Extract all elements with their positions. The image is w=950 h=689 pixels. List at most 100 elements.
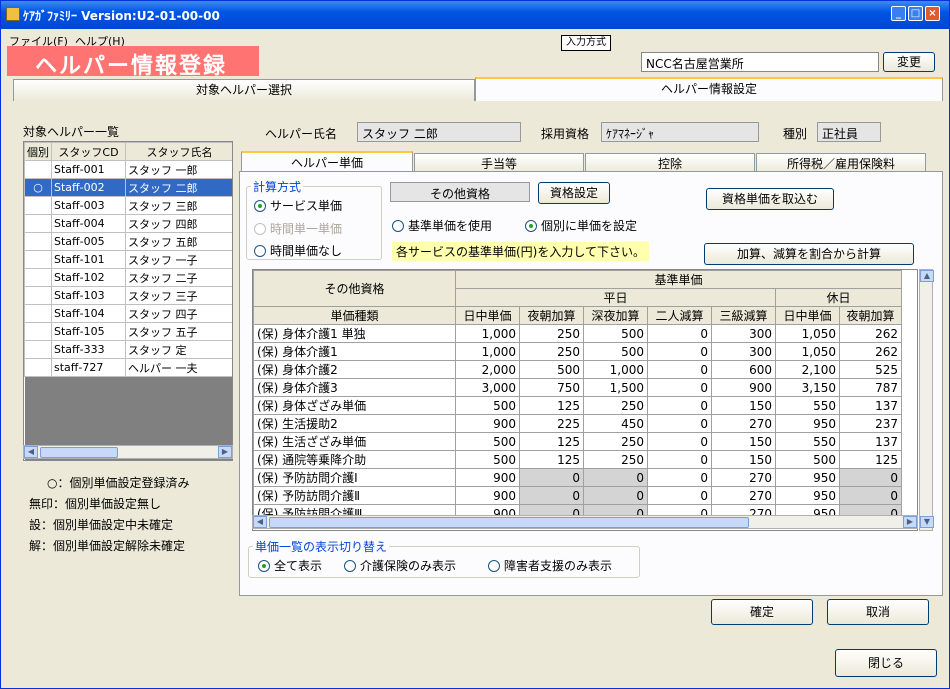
- price-cell[interactable]: 0: [647, 450, 712, 469]
- tab-unit-price[interactable]: ヘルパー単価: [241, 151, 413, 173]
- import-qualification-price-button[interactable]: 資格単価を取込む: [706, 188, 834, 210]
- price-cell[interactable]: 0: [647, 468, 712, 487]
- calc-from-ratio-button[interactable]: 加算、減算を割合から計算: [704, 243, 914, 265]
- price-cell[interactable]: 0: [647, 396, 712, 415]
- helper-row[interactable]: Staff-333 スタッフ 定: [24, 340, 232, 359]
- price-cell[interactable]: 250: [583, 450, 648, 469]
- helper-row[interactable]: Staff-103 スタッフ 三子: [24, 286, 232, 305]
- price-cell[interactable]: 900: [455, 486, 520, 505]
- price-cell[interactable]: 3,000: [455, 378, 520, 397]
- tab-allowance[interactable]: 手当等: [414, 153, 584, 173]
- grid-vscroll[interactable]: ▲ ▼: [919, 269, 934, 531]
- price-cell[interactable]: 150: [711, 450, 776, 469]
- scroll-down-icon[interactable]: ▼: [920, 516, 934, 528]
- scroll-left-icon[interactable]: ◀: [24, 446, 38, 458]
- price-cell[interactable]: 0: [647, 360, 712, 379]
- price-cell[interactable]: 787: [839, 378, 902, 397]
- price-cell[interactable]: 500: [455, 450, 520, 469]
- price-cell[interactable]: 1,050: [775, 324, 840, 343]
- price-cell[interactable]: 0: [519, 468, 584, 487]
- price-cell[interactable]: 1,050: [775, 342, 840, 361]
- price-cell[interactable]: 250: [519, 324, 584, 343]
- radio-individual-price[interactable]: 個別に単価を設定: [525, 217, 637, 234]
- helper-row[interactable]: Staff-004 スタッフ 四郎: [24, 214, 232, 233]
- price-cell[interactable]: 0: [647, 414, 712, 433]
- price-cell[interactable]: 250: [583, 396, 648, 415]
- helper-row[interactable]: Staff-003 スタッフ 三郎: [24, 196, 232, 215]
- tab-income-tax[interactable]: 所得税／雇用保険料: [756, 153, 926, 173]
- price-cell[interactable]: 250: [519, 342, 584, 361]
- price-cell[interactable]: 250: [583, 432, 648, 451]
- qualification-setting-button[interactable]: 資格設定: [538, 182, 610, 204]
- price-cell[interactable]: 0: [647, 432, 712, 451]
- confirm-button[interactable]: 確定: [711, 599, 813, 625]
- price-cell[interactable]: 900: [455, 468, 520, 487]
- price-cell[interactable]: 450: [583, 414, 648, 433]
- scroll-right-icon[interactable]: ▶: [903, 516, 917, 528]
- price-cell[interactable]: 0: [647, 342, 712, 361]
- price-cell[interactable]: 150: [711, 432, 776, 451]
- price-cell[interactable]: 125: [839, 450, 902, 469]
- scroll-thumb[interactable]: [269, 517, 749, 528]
- scroll-up-icon[interactable]: ▲: [920, 270, 934, 282]
- price-cell[interactable]: 3,150: [775, 378, 840, 397]
- price-cell[interactable]: 1,500: [583, 378, 648, 397]
- price-cell[interactable]: 150: [711, 396, 776, 415]
- price-cell[interactable]: 950: [775, 414, 840, 433]
- helper-row[interactable]: Staff-005 スタッフ 五郎: [24, 232, 232, 251]
- price-cell[interactable]: 1,000: [455, 342, 520, 361]
- radio-service-unit[interactable]: サービス単価: [254, 197, 342, 214]
- price-cell[interactable]: 500: [455, 432, 520, 451]
- price-cell[interactable]: 137: [839, 432, 902, 451]
- minimize-button[interactable]: _: [891, 6, 906, 21]
- radio-no-hourly[interactable]: 時間単価なし: [254, 242, 342, 259]
- price-cell[interactable]: 262: [839, 324, 902, 343]
- close-window-button[interactable]: ×: [925, 6, 940, 21]
- price-cell[interactable]: 225: [519, 414, 584, 433]
- price-cell[interactable]: 125: [519, 450, 584, 469]
- price-cell[interactable]: 600: [711, 360, 776, 379]
- radio-care-insurance-only[interactable]: 介護保険のみ表示: [344, 557, 456, 574]
- price-cell[interactable]: 0: [647, 486, 712, 505]
- price-cell[interactable]: 2,100: [775, 360, 840, 379]
- scroll-thumb[interactable]: [40, 447, 118, 458]
- price-cell[interactable]: 900: [455, 414, 520, 433]
- price-cell[interactable]: 300: [711, 324, 776, 343]
- price-cell[interactable]: 525: [839, 360, 902, 379]
- radio-use-base-price[interactable]: 基準単価を使用: [392, 217, 492, 234]
- radio-disability-support-only[interactable]: 障害者支援のみ表示: [488, 557, 612, 574]
- price-cell[interactable]: 300: [711, 342, 776, 361]
- price-cell[interactable]: 1,000: [455, 324, 520, 343]
- helper-row[interactable]: Staff-001 スタッフ 一郎: [24, 160, 232, 179]
- maximize-button[interactable]: □: [908, 6, 923, 21]
- price-cell[interactable]: 500: [519, 360, 584, 379]
- radio-show-all[interactable]: 全て表示: [258, 557, 322, 574]
- price-cell[interactable]: 270: [711, 486, 776, 505]
- price-cell[interactable]: 0: [839, 486, 902, 505]
- price-cell[interactable]: 0: [583, 468, 648, 487]
- price-cell[interactable]: 270: [711, 468, 776, 487]
- helper-row[interactable]: ○ Staff-002 スタッフ 二郎: [24, 178, 232, 197]
- price-cell[interactable]: 900: [711, 378, 776, 397]
- price-cell[interactable]: 0: [519, 486, 584, 505]
- price-cell[interactable]: 125: [519, 432, 584, 451]
- vscroll-thumb[interactable]: [921, 286, 931, 302]
- price-cell[interactable]: 0: [839, 468, 902, 487]
- price-cell[interactable]: 0: [647, 324, 712, 343]
- price-cell[interactable]: 262: [839, 342, 902, 361]
- cancel-button[interactable]: 取消: [827, 599, 929, 625]
- price-cell[interactable]: 500: [583, 342, 648, 361]
- price-cell[interactable]: 950: [775, 486, 840, 505]
- tab-deduction[interactable]: 控除: [585, 153, 755, 173]
- helper-row[interactable]: Staff-101 スタッフ 一子: [24, 250, 232, 269]
- col-staff-name[interactable]: スタッフ氏名: [125, 142, 232, 161]
- price-cell[interactable]: 750: [519, 378, 584, 397]
- price-cell[interactable]: 550: [775, 432, 840, 451]
- close-button[interactable]: 閉じる: [835, 649, 937, 677]
- input-mode-indicator[interactable]: 入力方式: [561, 35, 611, 51]
- tab-select-helper[interactable]: 対象ヘルパー選択: [13, 79, 475, 101]
- col-staff-code[interactable]: スタッフCD: [51, 142, 126, 161]
- col-individual[interactable]: 個別: [24, 142, 52, 161]
- helper-list-hscroll[interactable]: ◀ ▶: [23, 445, 233, 459]
- price-cell[interactable]: 550: [775, 396, 840, 415]
